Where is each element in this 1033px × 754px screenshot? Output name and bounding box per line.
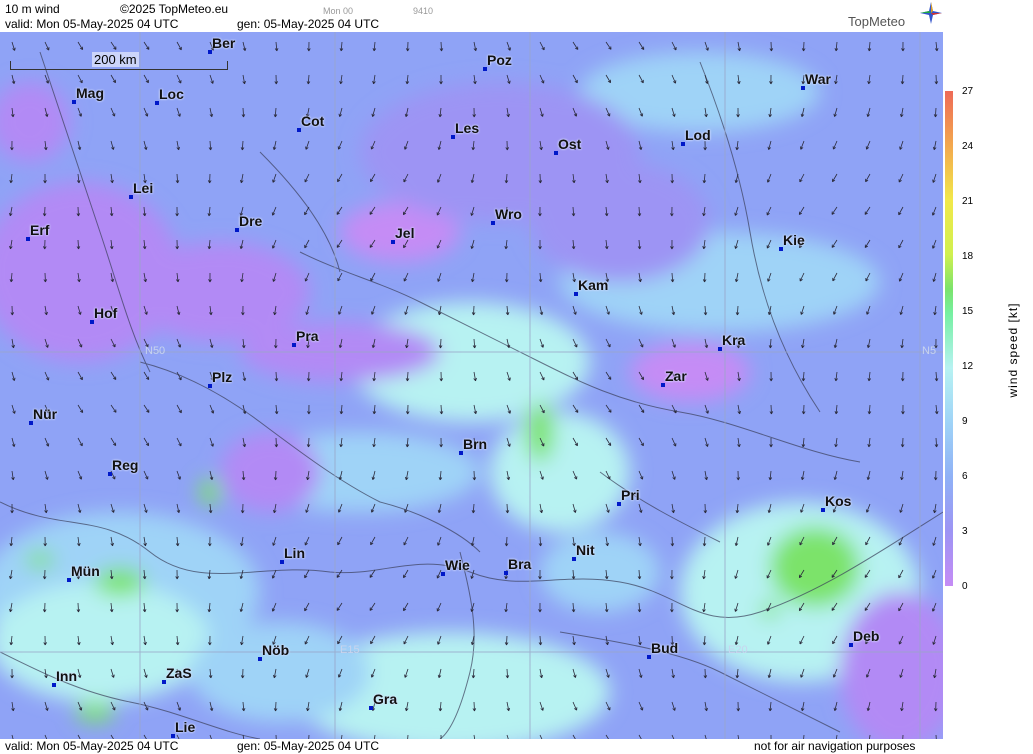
city-label: Deb (853, 628, 880, 644)
city-label: Nit (576, 542, 595, 558)
grid-label-e20: E20 (728, 644, 748, 656)
city-label: Dre (239, 213, 263, 229)
city-label: Hof (94, 305, 118, 321)
city-label: Mün (71, 563, 100, 579)
colorbar-tick-label: 27 (962, 86, 974, 97)
colorbar-tick-label: 15 (962, 306, 974, 317)
city-label: Nür (33, 406, 58, 422)
topmeteo-logo: TopMeteo (848, 14, 906, 29)
city-label: Nöb (262, 642, 290, 658)
city-label: Lie (175, 719, 196, 735)
city-label: Loc (159, 86, 184, 102)
city-label: Pri (621, 487, 640, 503)
city-label: Mag (76, 85, 104, 101)
colorbar-tick-label: 24 (962, 141, 974, 152)
footer-bar: valid: Mon 05-May-2025 04 UTC gen: 05-Ma… (0, 739, 943, 754)
colorbar-tick-label: 3 (962, 526, 968, 537)
header-bar: 10 m wind ©2025 TopMeteo.eu Mon 00 9410 … (0, 0, 943, 32)
city-label: Gra (373, 691, 398, 707)
city-label: Erf (30, 222, 50, 238)
frame-label: Mon 00 (323, 6, 354, 16)
city-label: Cot (301, 113, 325, 129)
city-label: Kam (578, 277, 609, 293)
grid-label-n5: N5 (922, 345, 937, 357)
scale-label: 200 km (92, 52, 139, 67)
variable-label: 10 m wind (5, 2, 60, 16)
city-label: Bud (651, 640, 679, 656)
city-label: Wie (445, 557, 470, 573)
footer-valid-label: valid: Mon 05-May-2025 04 UTC (5, 739, 179, 753)
disclaimer-label: not for air navigation purposes (754, 739, 916, 753)
city-label: Kie (783, 232, 805, 248)
city-label: Pra (296, 328, 319, 344)
city-label: Bra (508, 556, 532, 572)
colorbar-tick-label: 12 (962, 361, 974, 372)
valid-time-label: valid: Mon 05-May-2025 04 UTC (5, 17, 179, 31)
colorbar-tick-label: 21 (962, 196, 974, 207)
colorbar-tick-label: 9 (962, 416, 968, 427)
city-label: Brn (463, 436, 488, 452)
city-label: Wro (495, 206, 522, 222)
city-label: Kos (825, 493, 852, 509)
colorbar-tick-label: 0 (962, 581, 968, 592)
city-label: Zar (665, 368, 687, 384)
city-label: Les (455, 120, 480, 136)
copyright-label: ©2025 TopMeteo.eu (120, 2, 229, 16)
city-label: Poz (487, 52, 512, 68)
wind-speed-colorbar (945, 91, 953, 586)
grid-label-e15: E15 (340, 644, 360, 656)
frame-code: 9410 (413, 6, 434, 16)
city-label: War (805, 71, 831, 87)
wind-map[interactable]: N50 N5 E15 E20 200 km Ber Poz War Mag Loc Cot… (0, 32, 943, 739)
city-label: Inn (56, 668, 77, 684)
city-label: Lin (284, 545, 305, 561)
city-label: Ber (212, 35, 236, 51)
footer-generated-label: gen: 05-May-2025 04 UTC (237, 739, 380, 753)
city-label: Jel (395, 225, 415, 241)
generated-time-label: gen: 05-May-2025 04 UTC (237, 17, 380, 31)
wind-field (0, 32, 943, 739)
city-label: Kra (722, 332, 746, 348)
legend-title: wind speed [kt] (1006, 302, 1020, 398)
city-label: Reg (112, 457, 139, 473)
city-label: Ost (558, 136, 582, 152)
colorbar-tick-label: 18 (962, 251, 974, 262)
compass-star-icon (920, 2, 942, 24)
city-label: Lod (685, 127, 711, 143)
colorbar-tick-label: 6 (962, 471, 968, 482)
city-label: Plz (212, 369, 233, 385)
city-label: Lei (133, 180, 154, 196)
city-label: ZaS (166, 665, 192, 681)
grid-label-n50: N50 (145, 345, 166, 357)
